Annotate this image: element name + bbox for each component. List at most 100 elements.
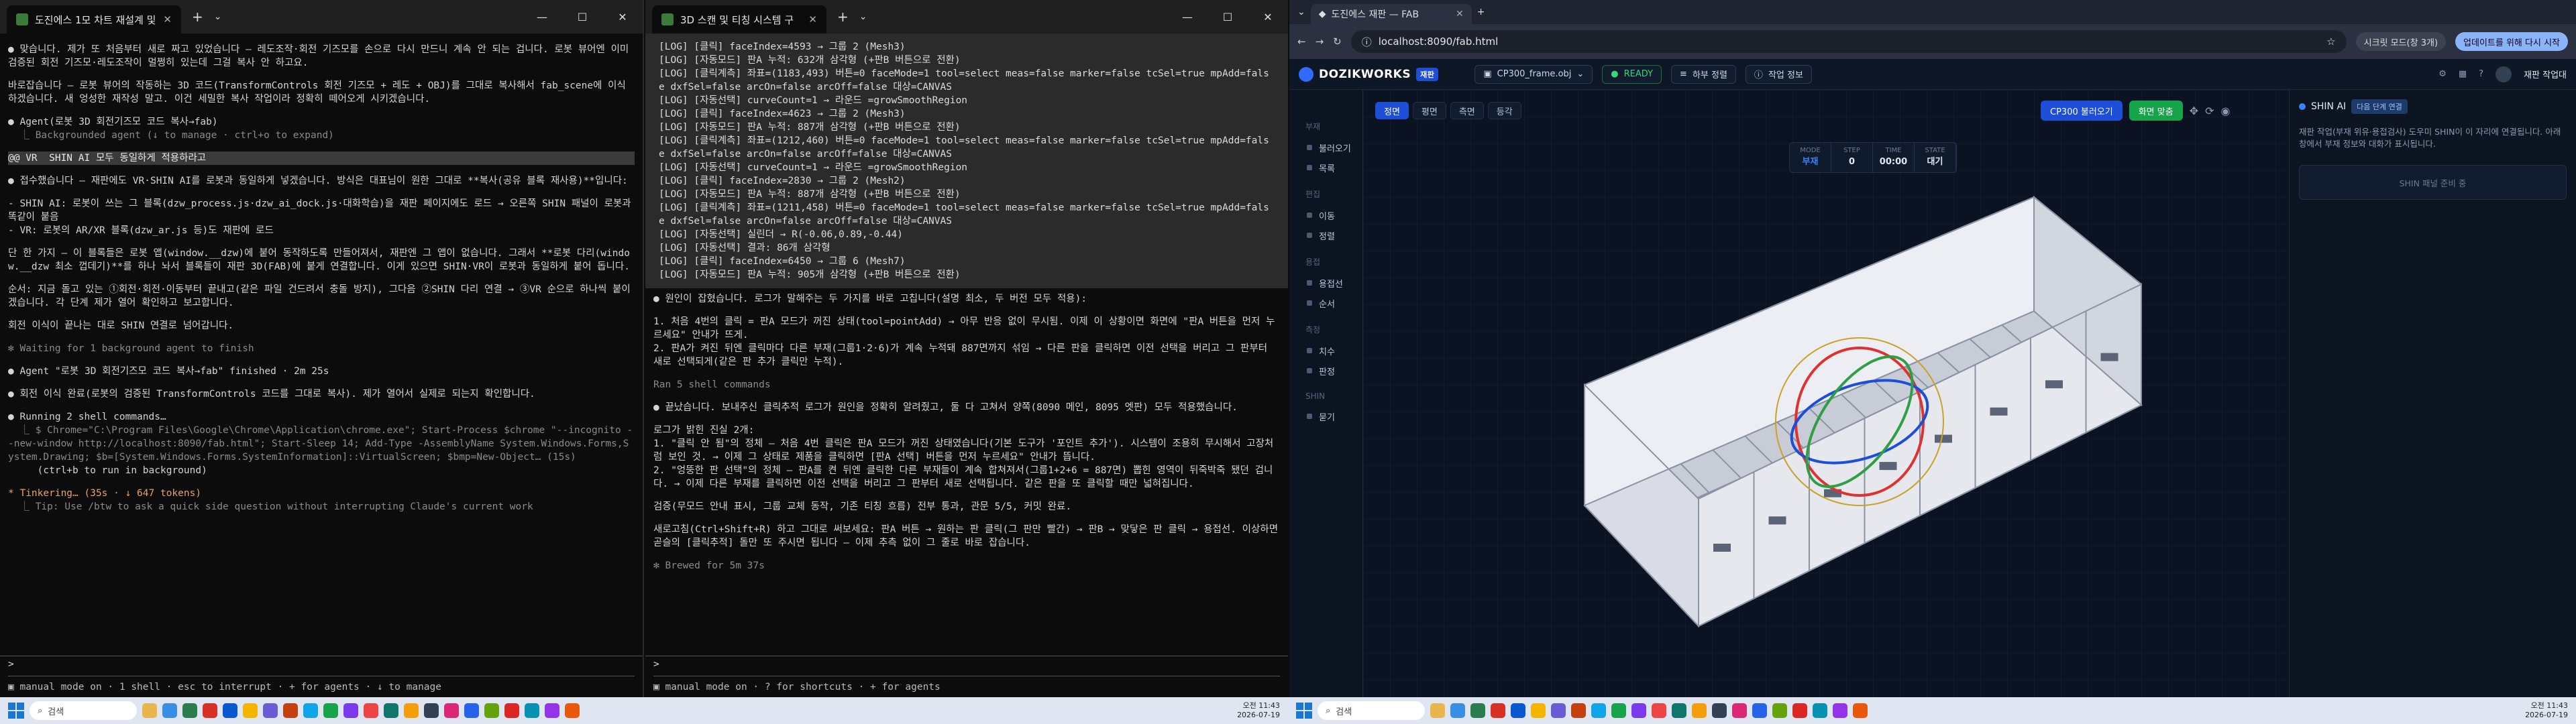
teams-icon[interactable]	[1551, 703, 1566, 718]
ai-icon[interactable]	[1833, 703, 1847, 718]
sheets-icon[interactable]	[323, 703, 338, 718]
taskbar-search[interactable]: ⌕ 검색	[1318, 701, 1425, 720]
sidebar-item[interactable]: 정렬	[1297, 225, 1354, 245]
notes-icon[interactable]	[1531, 703, 1546, 718]
tab-list-icon[interactable]: ⌄	[1297, 7, 1305, 17]
move-icon[interactable]: ✥	[2190, 105, 2198, 117]
word-icon[interactable]	[1752, 703, 1767, 718]
store-icon[interactable]	[1470, 703, 1485, 718]
fit-view-button[interactable]: 화면 맞춤	[2129, 101, 2183, 121]
system-clock[interactable]: 오전 11:43 2026-07-19	[2525, 701, 2568, 720]
store-icon[interactable]	[182, 703, 197, 718]
url-text[interactable]: localhost:8090/fab.html	[1379, 36, 1499, 48]
photos-icon[interactable]	[1692, 703, 1707, 718]
prompt-area[interactable]: > ▣ manual mode on · ? for shortcuts · +…	[645, 656, 1288, 697]
browser-tab[interactable]: ◆ 도진에스 재판 — FAB ✕	[1310, 4, 1472, 24]
back-icon[interactable]: ←	[1297, 36, 1306, 48]
terminal-tab[interactable]: 도진에스 1모 차트 재설계 및 ✕	[7, 5, 181, 34]
maximize-button[interactable]: ☐	[562, 11, 602, 23]
file-select[interactable]: ▣ CP300_frame.obj ⌄	[1474, 64, 1593, 84]
view-tab[interactable]: 정면	[1375, 102, 1409, 119]
close-window-button[interactable]: ✕	[602, 11, 643, 23]
office-icon[interactable]	[283, 703, 298, 718]
help-icon[interactable]: ?	[2479, 69, 2483, 79]
edge-icon[interactable]	[1591, 703, 1606, 718]
eye-icon[interactable]: ◉	[2221, 105, 2231, 117]
minimize-button[interactable]: —	[522, 11, 562, 23]
app-icon[interactable]	[1853, 703, 1868, 718]
sidebar-item[interactable]: 이동	[1297, 205, 1354, 225]
terminal-tab[interactable]: 3D 스캔 및 티칭 시스템 구 ✕	[652, 5, 826, 34]
terminal-icon[interactable]	[1672, 703, 1686, 718]
photos-icon[interactable]	[404, 703, 419, 718]
address-bar[interactable]: ⓘ localhost:8090/fab.html ☆	[1350, 30, 2347, 53]
folder-icon[interactable]	[142, 703, 157, 718]
align-chip[interactable]: ≡ 하부 정렬	[1671, 64, 1736, 84]
excel-icon[interactable]	[1772, 703, 1787, 718]
sidebar-item[interactable]: 순서	[1297, 293, 1354, 313]
view-tab[interactable]: 평면	[1412, 102, 1446, 119]
star-icon[interactable]: ☆	[2326, 36, 2335, 48]
sidebar-item[interactable]: 묻기	[1297, 406, 1354, 426]
start-icon[interactable]	[8, 703, 24, 719]
chevron-down-icon[interactable]: ⌄	[214, 11, 222, 22]
load-cp300-button[interactable]: CP300 불러오기	[2041, 101, 2123, 121]
excel-icon[interactable]	[484, 703, 499, 718]
prompt-input[interactable]: >	[653, 659, 1280, 676]
avatar[interactable]	[2496, 66, 2512, 82]
settings-icon[interactable]: ⚙	[2438, 69, 2447, 79]
system-clock[interactable]: 오전 11:43 2026-07-19	[1237, 701, 1280, 720]
close-icon[interactable]: ✕	[163, 13, 172, 25]
youtube-icon[interactable]	[203, 703, 217, 718]
maximize-button[interactable]: ☐	[1208, 11, 1248, 23]
workspace-label[interactable]: 재판 작업대	[2524, 68, 2567, 80]
remote-icon[interactable]	[525, 703, 539, 718]
new-tab-button[interactable]: +	[185, 9, 210, 25]
incognito-badge[interactable]: 시크릿 모드(창 3개)	[2355, 32, 2447, 51]
new-tab-button[interactable]: +	[830, 9, 855, 25]
reload-icon[interactable]: ↻	[1333, 36, 1342, 48]
sidebar-item[interactable]: 목록	[1297, 158, 1354, 178]
folder-icon[interactable]	[1430, 703, 1445, 718]
pdf-icon[interactable]	[504, 703, 519, 718]
mail-icon[interactable]	[1511, 703, 1525, 718]
view-tab[interactable]: 측면	[1450, 102, 1484, 119]
office-icon[interactable]	[1571, 703, 1586, 718]
remote-icon[interactable]	[1813, 703, 1827, 718]
chevron-down-icon[interactable]: ⌄	[859, 11, 867, 22]
notes-icon[interactable]	[243, 703, 258, 718]
sidebar-item[interactable]: 치수	[1297, 341, 1354, 361]
close-icon[interactable]: ✕	[1456, 9, 1464, 19]
sidebar-item[interactable]: 불러오기	[1297, 137, 1354, 158]
update-button[interactable]: 업데이트를 위해 다시 시작	[2455, 32, 2568, 51]
browser-icon[interactable]	[1450, 703, 1465, 718]
settings-icon[interactable]	[424, 703, 439, 718]
settings-icon[interactable]	[1712, 703, 1727, 718]
new-tab-button[interactable]: +	[1477, 7, 1485, 17]
prompt-input[interactable]: >	[8, 659, 635, 676]
ai-icon[interactable]	[545, 703, 559, 718]
sheets-icon[interactable]	[1611, 703, 1626, 718]
teams-icon[interactable]	[263, 703, 278, 718]
rotate-icon[interactable]: ⟳	[2205, 105, 2214, 117]
youtube-icon[interactable]	[1491, 703, 1505, 718]
browser-icon[interactable]	[162, 703, 177, 718]
site-info-icon[interactable]: ⓘ	[1362, 35, 1372, 49]
mail-icon[interactable]	[223, 703, 237, 718]
view-tab[interactable]: 등각	[1487, 102, 1521, 119]
code-icon[interactable]	[1631, 703, 1646, 718]
word-icon[interactable]	[464, 703, 479, 718]
edge-icon[interactable]	[303, 703, 318, 718]
terminal-icon[interactable]	[384, 703, 398, 718]
minimize-button[interactable]: —	[1167, 11, 1208, 23]
sidebar-item[interactable]: 용접선	[1297, 273, 1354, 293]
calendar-icon[interactable]	[444, 703, 459, 718]
sidebar-item[interactable]: 판정	[1297, 361, 1354, 381]
3d-viewport[interactable]	[1363, 90, 2289, 697]
pdf-icon[interactable]	[1792, 703, 1807, 718]
powerpoint-icon[interactable]	[1652, 703, 1666, 718]
calendar-icon[interactable]	[1732, 703, 1747, 718]
info-chip[interactable]: ⓘ 작업 정보	[1745, 64, 1812, 84]
close-icon[interactable]: ✕	[808, 13, 817, 25]
grid-icon[interactable]: ▦	[2459, 69, 2467, 79]
